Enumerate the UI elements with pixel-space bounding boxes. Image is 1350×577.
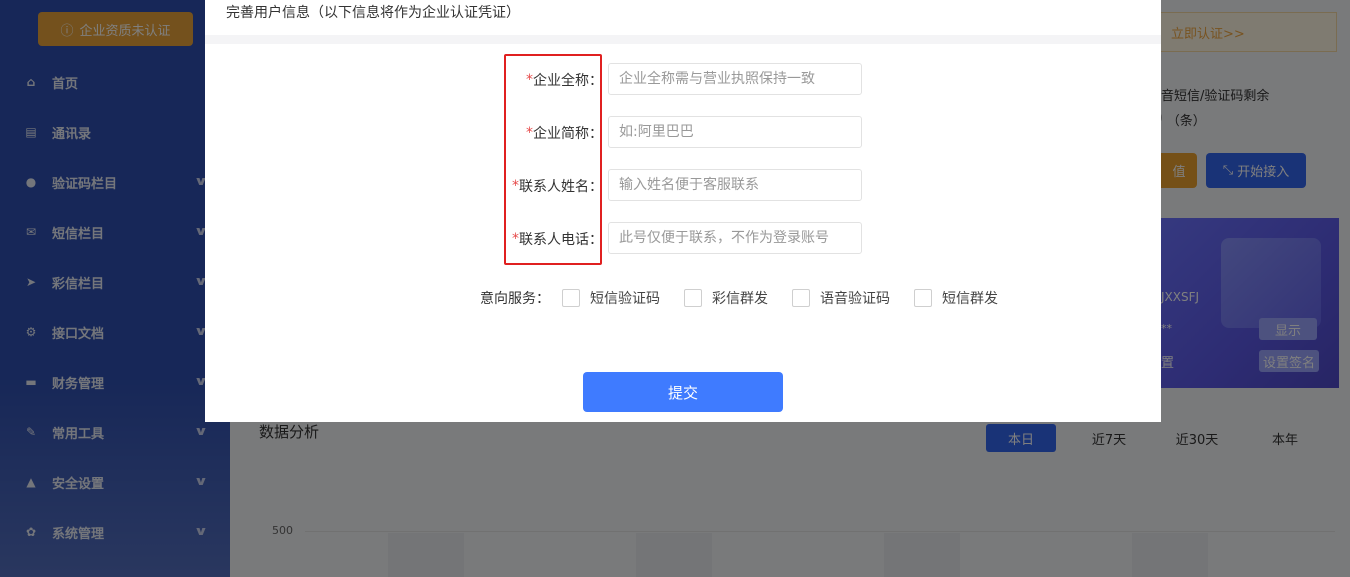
- service-option-voice-code[interactable]: 语音验证码: [792, 288, 890, 308]
- intent-services-label: 意向服务：: [480, 291, 550, 307]
- service-option-label: 短信验证码: [590, 291, 660, 307]
- form-row-contact-phone: * 联系人电话：: [205, 222, 1161, 256]
- company-short-name-input[interactable]: [608, 116, 862, 148]
- contact-name-input[interactable]: [608, 169, 862, 201]
- service-option-label: 语音验证码: [820, 291, 890, 307]
- service-option-mms-bulk[interactable]: 彩信群发: [684, 288, 768, 308]
- contact-phone-input[interactable]: [608, 222, 862, 254]
- highlight-box: [504, 54, 602, 265]
- service-option-label: 彩信群发: [712, 291, 768, 307]
- modal-header: 完善用户信息（以下信息将作为企业认证凭证）: [205, 0, 1161, 44]
- form-row-company-name: * 企业全称：: [205, 63, 1161, 97]
- service-option-sms-code[interactable]: 短信验证码: [562, 288, 660, 308]
- modal-title: 完善用户信息（以下信息将作为企业认证凭证）: [226, 5, 520, 21]
- form-row-company-short-name: * 企业简称：: [205, 116, 1161, 150]
- form-row-contact-name: * 联系人姓名：: [205, 169, 1161, 203]
- service-option-sms-bulk[interactable]: 短信群发: [914, 288, 998, 308]
- company-name-input[interactable]: [608, 63, 862, 95]
- checkbox[interactable]: [684, 289, 702, 307]
- user-info-modal: 完善用户信息（以下信息将作为企业认证凭证） *企业全称： *企业简称： *联系人…: [205, 0, 1161, 422]
- checkbox[interactable]: [562, 289, 580, 307]
- service-option-label: 短信群发: [942, 291, 998, 307]
- checkbox[interactable]: [792, 289, 810, 307]
- intent-services: 意向服务： 短信验证码 彩信群发 语音验证码 短信群发: [480, 288, 1018, 308]
- submit-button[interactable]: 提交: [583, 372, 783, 412]
- checkbox[interactable]: [914, 289, 932, 307]
